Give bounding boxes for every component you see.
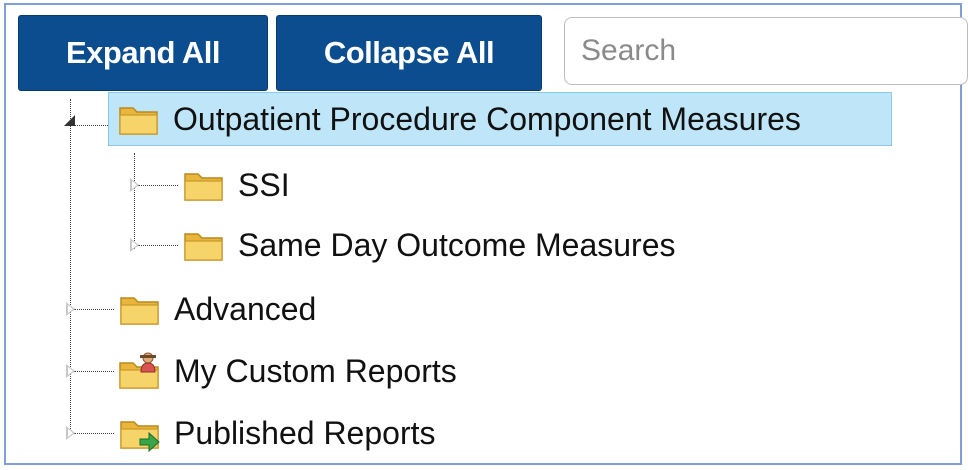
tree-node-my-custom-reports[interactable]: My Custom Reports xyxy=(118,344,457,398)
tree-node-same-day-outcome[interactable]: Same Day Outcome Measures xyxy=(182,218,676,272)
tree-node-label: SSI xyxy=(238,166,290,203)
published-folder-icon xyxy=(118,413,162,453)
tree-connector xyxy=(74,309,114,310)
tree-node-label: Advanced xyxy=(174,290,317,327)
tree-connector xyxy=(72,125,110,126)
collapse-toggle-icon[interactable] xyxy=(64,115,75,126)
folder-icon xyxy=(182,225,226,265)
collapse-all-button[interactable]: Collapse All xyxy=(276,15,542,91)
tree-toolbar: Expand All Collapse All xyxy=(18,15,968,91)
tree-connector xyxy=(134,153,135,249)
folder-icon xyxy=(118,289,162,329)
tree-node-advanced[interactable]: Advanced xyxy=(118,282,316,336)
tree-node-label: My Custom Reports xyxy=(174,352,457,389)
tree-connector xyxy=(138,185,178,186)
tree-connector xyxy=(74,433,114,434)
tree-connector xyxy=(138,245,178,246)
expand-toggle-icon[interactable] xyxy=(66,302,75,316)
folder-icon xyxy=(182,165,226,205)
folder-open-icon xyxy=(117,99,161,139)
expand-toggle-icon[interactable] xyxy=(130,178,139,192)
reports-tree-panel: Expand All Collapse All Outpatie xyxy=(4,3,968,465)
tree-connector xyxy=(70,99,71,435)
user-folder-icon xyxy=(118,351,162,391)
tree-connector xyxy=(74,371,114,372)
tree-node-label: Published Reports xyxy=(174,414,436,451)
tree-node-label: Same Day Outcome Measures xyxy=(238,226,676,263)
tree-node-ssi[interactable]: SSI xyxy=(182,158,290,212)
expand-toggle-icon[interactable] xyxy=(66,364,75,378)
expand-toggle-icon[interactable] xyxy=(66,426,75,440)
tree-node-outpatient-procedure[interactable]: Outpatient Procedure Component Measures xyxy=(108,92,892,146)
tree-node-label: Outpatient Procedure Component Measures xyxy=(173,100,801,137)
search-input[interactable] xyxy=(564,17,968,85)
expand-toggle-icon[interactable] xyxy=(130,238,139,252)
tree-node-published-reports[interactable]: Published Reports xyxy=(118,406,435,460)
expand-all-button[interactable]: Expand All xyxy=(18,15,268,91)
